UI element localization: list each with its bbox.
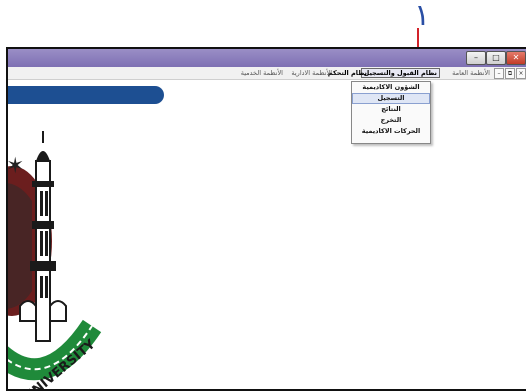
dropdown-item-academic-movements[interactable]: الحركات الاكاديمية [352,126,430,137]
mdi-restore-icon[interactable]: ⧉ [505,68,515,79]
university-logo: ✶ UNIVERSITY [6,131,102,389]
menu-service-systems[interactable]: الأنظمة الخدمية [239,68,285,78]
menu-bar: × ⧉ – الأنظمة العامة نظام القبول والتسجي… [8,67,526,80]
mdi-minimize-icon[interactable]: – [494,68,504,79]
header-banner [8,86,164,104]
menu-admission-registration[interactable]: نظام القبول والتسجيل [360,68,440,78]
dropdown-item-results[interactable]: النتائج [352,104,430,115]
menu-general-systems[interactable]: الأنظمة العامة [450,68,492,78]
maximize-button[interactable]: □ [486,51,506,65]
svg-text:✶: ✶ [6,154,24,179]
close-button[interactable]: ✕ [506,51,526,65]
minimize-button[interactable]: – [466,51,486,65]
admission-dropdown-menu: الشؤون الاكاديمية التسجيل النتائج التخرج… [351,81,431,144]
window-titlebar[interactable]: – □ ✕ [8,49,526,67]
menu-administrative-systems[interactable]: الأنظمة الادارية [289,68,334,78]
dropdown-item-graduation[interactable]: التخرج [352,115,430,126]
dropdown-item-registration[interactable]: التسجيل [352,93,430,104]
application-window: – □ ✕ × ⧉ – الأنظمة العامة نظام القبول و… [6,47,526,391]
mdi-close-icon[interactable]: × [516,68,526,79]
dropdown-item-academic-affairs[interactable]: الشؤون الاكاديمية [352,82,430,93]
